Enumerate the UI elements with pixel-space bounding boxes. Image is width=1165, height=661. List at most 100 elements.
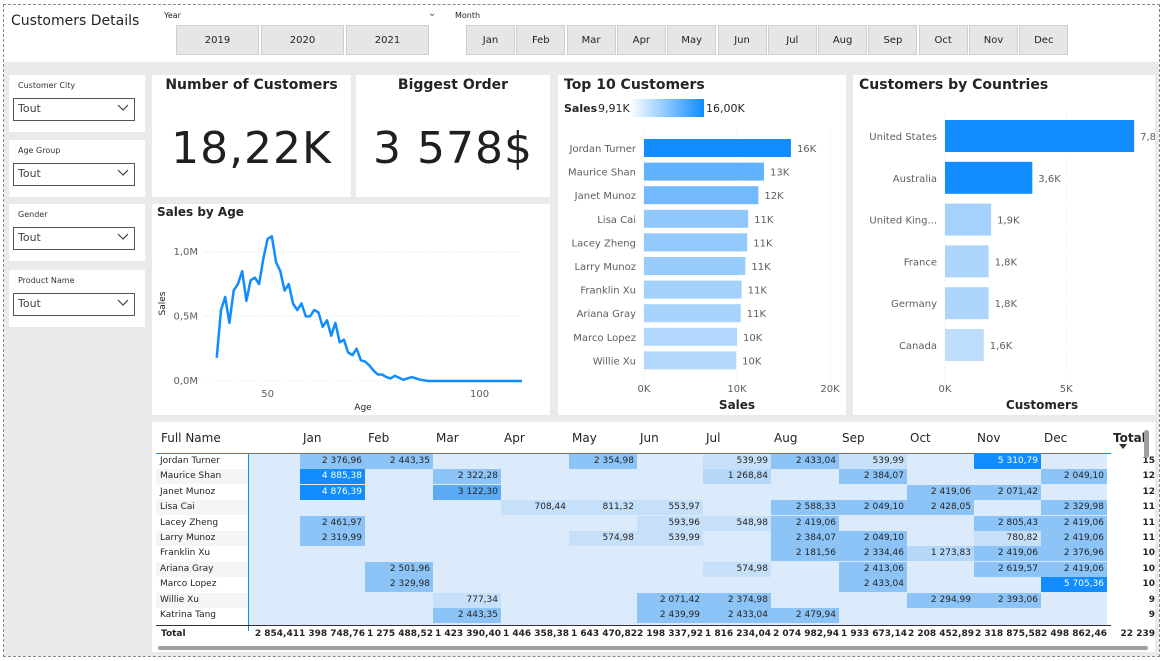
matrix-cell[interactable]: 2 461,97: [300, 515, 365, 531]
row-name[interactable]: Willie Xu: [156, 593, 199, 608]
column-header-total[interactable]: Total: [1113, 431, 1146, 445]
row-name[interactable]: Jordan Turner: [156, 454, 220, 469]
filter-dropdown[interactable]: Tout: [13, 98, 135, 121]
matrix-cell[interactable]: 2 374,98: [703, 592, 771, 608]
matrix-cell[interactable]: 2 354,98: [569, 454, 637, 469]
matrix-cell[interactable]: 2 413,06: [839, 561, 907, 577]
year-button-2019[interactable]: 2019: [176, 25, 259, 55]
matrix-cell[interactable]: 2 433,04: [839, 577, 907, 593]
column-header-mar[interactable]: Mar: [436, 431, 459, 445]
matrix-cell[interactable]: 2 443,35: [433, 608, 501, 623]
bar[interactable]: [644, 186, 759, 205]
month-button-jun[interactable]: Jun: [717, 25, 767, 55]
matrix-cell[interactable]: 780,82: [974, 531, 1041, 546]
bar[interactable]: [644, 233, 748, 252]
matrix-cell[interactable]: 2 588,33: [771, 500, 839, 516]
matrix-cell[interactable]: 2 329,98: [1041, 500, 1107, 516]
row-name[interactable]: Ariana Gray: [156, 562, 213, 577]
row-name[interactable]: Larry Munoz: [156, 531, 215, 546]
column-header-aug[interactable]: Aug: [774, 431, 797, 445]
month-button-aug[interactable]: Aug: [818, 25, 868, 55]
column-header-apr[interactable]: Apr: [504, 431, 525, 445]
matrix-cell[interactable]: 2 393,06: [974, 592, 1041, 608]
matrix-cell[interactable]: 2 384,07: [839, 469, 907, 485]
bar[interactable]: [644, 162, 764, 181]
matrix-cell[interactable]: 5 705,36: [1041, 577, 1107, 593]
matrix-cell[interactable]: 2 439,99: [637, 608, 703, 623]
bar[interactable]: [644, 327, 737, 346]
matrix-cell[interactable]: 553,97: [637, 500, 703, 516]
matrix-cell[interactable]: 2 334,46: [839, 546, 907, 562]
month-button-jan[interactable]: Jan: [466, 25, 515, 55]
matrix-cell[interactable]: 2 419,06: [1041, 561, 1107, 577]
matrix-cell[interactable]: 2 419,06: [1041, 531, 1107, 546]
matrix-cell[interactable]: 2 433,04: [771, 454, 839, 469]
matrix-cell[interactable]: 574,98: [703, 561, 771, 577]
column-header-dec[interactable]: Dec: [1044, 431, 1067, 445]
matrix-cell[interactable]: 2 322,28: [433, 469, 501, 485]
column-header-jun[interactable]: Jun: [640, 431, 659, 445]
month-button-apr[interactable]: Apr: [616, 25, 666, 55]
matrix-cell[interactable]: 2 443,35: [365, 454, 433, 469]
vertical-scrollbar[interactable]: [1144, 430, 1149, 458]
matrix-cell[interactable]: 2 049,10: [1041, 469, 1107, 485]
matrix-cell[interactable]: 2 376,96: [1041, 546, 1107, 562]
row-name[interactable]: Marco Lopez: [156, 577, 216, 592]
matrix-cell[interactable]: 708,44: [501, 500, 569, 516]
matrix-cell[interactable]: 2 181,56: [771, 546, 839, 562]
matrix-cell[interactable]: 1 268,84: [703, 469, 771, 485]
month-button-sep[interactable]: Sep: [868, 25, 918, 55]
matrix-cell[interactable]: 2 319,99: [300, 531, 365, 546]
bar[interactable]: [945, 329, 984, 361]
month-button-feb[interactable]: Feb: [516, 25, 566, 55]
column-header-feb[interactable]: Feb: [368, 431, 389, 445]
matrix-cell[interactable]: 2 419,06: [1041, 515, 1107, 531]
matrix-cell[interactable]: 2 419,06: [771, 515, 839, 531]
matrix-cell[interactable]: 811,32: [569, 500, 637, 516]
row-name[interactable]: Katrina Tang: [156, 608, 216, 623]
bar[interactable]: [945, 203, 992, 236]
matrix-cell[interactable]: 2 479,94: [771, 608, 839, 623]
column-header-oct[interactable]: Oct: [910, 431, 931, 445]
year-button-2020[interactable]: 2020: [261, 25, 344, 55]
matrix-cell[interactable]: 777,34: [433, 592, 501, 608]
matrix-cell[interactable]: 4 876,39: [300, 484, 365, 500]
matrix-cell[interactable]: 2 419,06: [974, 546, 1041, 562]
row-name[interactable]: Franklin Xu: [156, 546, 210, 561]
column-header-jan[interactable]: Jan: [303, 431, 322, 445]
month-button-oct[interactable]: Oct: [918, 25, 968, 55]
bar[interactable]: [644, 139, 791, 157]
sort-desc-icon[interactable]: [1119, 444, 1127, 449]
matrix-cell[interactable]: 539,99: [637, 531, 703, 546]
filter-dropdown[interactable]: Tout: [13, 293, 135, 316]
sales-line[interactable]: [215, 235, 522, 383]
bar[interactable]: [644, 351, 737, 370]
matrix-cell[interactable]: 593,96: [637, 515, 703, 531]
bar[interactable]: [945, 245, 989, 278]
matrix-cell[interactable]: 5 310,79: [974, 454, 1041, 469]
matrix-cell[interactable]: 2 384,07: [771, 531, 839, 546]
matrix-cell[interactable]: 574,98: [569, 531, 637, 546]
matrix-cell[interactable]: 2 376,96: [300, 454, 365, 469]
bar[interactable]: [644, 304, 741, 323]
year-dropdown-chevron-icon[interactable]: ⌄: [428, 8, 436, 19]
bar[interactable]: [644, 209, 749, 228]
matrix-cell[interactable]: 2 294,99: [907, 592, 974, 608]
column-header-may[interactable]: May: [572, 431, 597, 445]
row-name[interactable]: Janet Munoz: [156, 485, 215, 500]
bar[interactable]: [945, 120, 1135, 152]
matrix-cell[interactable]: 1 273,83: [907, 546, 974, 562]
column-header-sep[interactable]: Sep: [842, 431, 865, 445]
matrix-cell[interactable]: 3 122,30: [433, 484, 501, 500]
matrix-cell[interactable]: 539,99: [703, 454, 771, 469]
matrix-cell[interactable]: 2 419,06: [907, 484, 974, 500]
matrix-cell[interactable]: 2 501,96: [365, 561, 433, 577]
bar[interactable]: [644, 257, 746, 275]
month-button-may[interactable]: May: [667, 25, 717, 55]
matrix-cell[interactable]: 548,98: [703, 515, 771, 531]
bar[interactable]: [644, 280, 742, 299]
row-name[interactable]: Lacey Zheng: [156, 516, 218, 531]
matrix-cell[interactable]: 539,99: [839, 454, 907, 469]
column-header-full-name[interactable]: Full Name: [161, 431, 221, 445]
matrix-cell[interactable]: 2 071,42: [974, 484, 1041, 500]
